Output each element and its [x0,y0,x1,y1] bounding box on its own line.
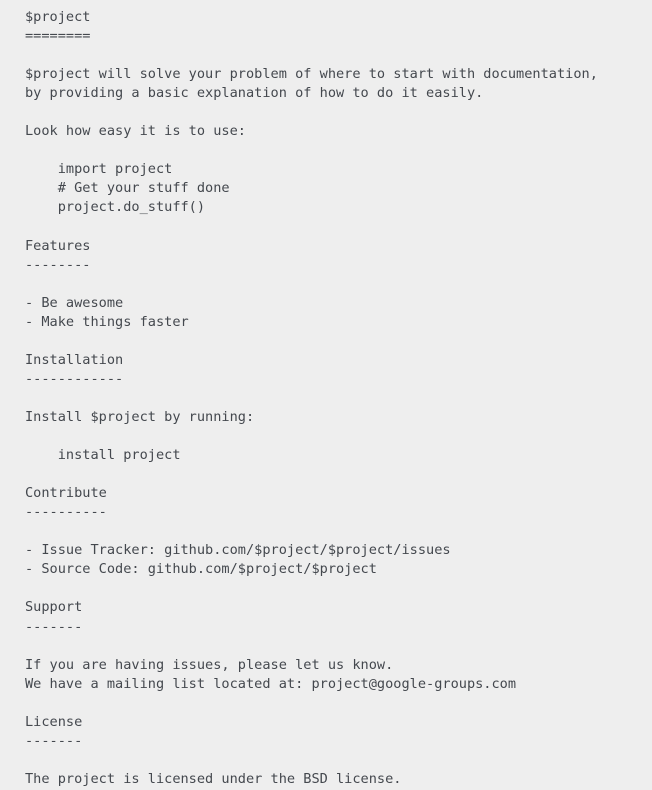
text-line: $project [25,9,91,25]
text-line: ------- [25,618,83,635]
text-line: # Get your stuff done [25,180,230,197]
text-line: License [25,713,83,730]
readme-document: $project ======== $project will solve you… [0,0,652,790]
text-line: Support [25,599,83,616]
text-line: ------- [25,732,83,749]
text-line: If you are having issues, please let us … [25,656,394,673]
text-line: import project [25,161,173,178]
text-line: - Make things faster [25,313,189,330]
text-line: Features [25,237,91,254]
text-line: The project is licensed under the BSD li… [25,770,402,787]
text-line: We have a mailing list located at: proje… [25,675,517,692]
text-line: -------- [25,256,91,273]
readme-text-body: $project ======== $project will solve you… [25,8,652,789]
text-line: - Issue Tracker: github.com/$project/$pr… [25,542,451,559]
text-line: - Be awesome [25,294,124,311]
text-line: Contribute [25,485,107,502]
text-line: ---------- [25,504,107,521]
text-line: by providing a basic explanation of how … [25,85,484,102]
text-line: Look how easy it is to use: [25,123,246,140]
text-line: Install $project by running: [25,408,255,425]
text-line: $project will solve your problem of wher… [25,66,598,83]
text-line: ======== [25,28,91,45]
text-line: ------------ [25,370,124,387]
text-line: project.do_stuff() [25,199,206,216]
text-line: - Source Code: github.com/$project/$proj… [25,561,377,578]
text-line: install project [25,447,181,464]
text-line: Installation [25,351,124,368]
